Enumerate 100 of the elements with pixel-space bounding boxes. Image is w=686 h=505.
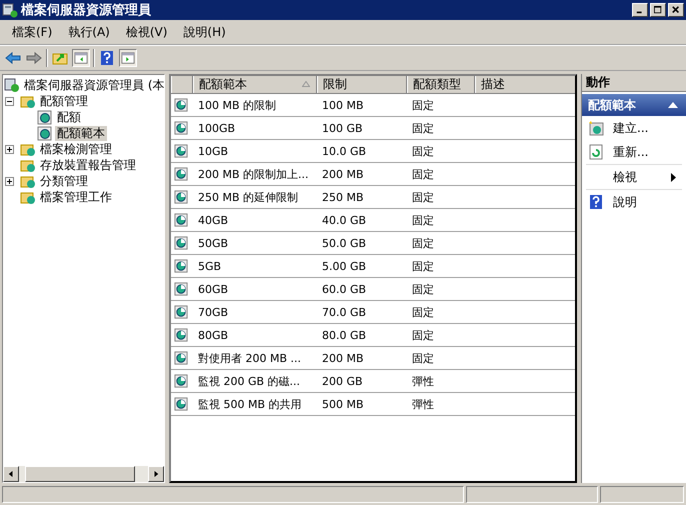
table-cell-text: 固定 xyxy=(411,144,435,158)
maximize-button[interactable] xyxy=(650,3,666,17)
quota-icon xyxy=(174,190,189,204)
quota-icon xyxy=(174,258,189,274)
table-cell-text: 固定 xyxy=(411,98,435,112)
table-cell-text: 固定 xyxy=(411,304,435,320)
action-link[interactable]: 檢視 xyxy=(613,168,671,186)
table-cell-text: 10.0 GB xyxy=(321,144,368,158)
menu-item[interactable]: 執行(A) xyxy=(60,24,118,40)
tree-item[interactable]: 配額 xyxy=(55,110,83,124)
actions-section-header[interactable]: 配額範本 xyxy=(582,94,686,116)
table-cell-text: 60GB xyxy=(197,282,230,296)
table-cell-text: 40GB xyxy=(197,214,230,226)
column-header[interactable]: 描述 xyxy=(475,76,575,93)
column-header[interactable]: 配額類型 xyxy=(407,76,475,93)
forward-icon[interactable] xyxy=(25,49,43,67)
table-cell-text: 200 MB xyxy=(321,168,365,180)
table-cell-text: 固定 xyxy=(411,258,435,274)
quota-icon xyxy=(174,304,189,320)
table-cell-text: 250 MB xyxy=(321,190,365,204)
quota-icon xyxy=(174,212,189,228)
expander-icon[interactable] xyxy=(5,176,14,186)
table-cell-text: 對使用者 200 MB ... xyxy=(197,350,302,366)
maximize-icon xyxy=(654,6,662,14)
table-cell-text: 60.0 GB xyxy=(321,282,368,296)
tree-item[interactable]: 檔案伺服器資源管理員 (本 xyxy=(22,78,164,92)
quota-icon xyxy=(37,109,53,125)
table-cell-text: 固定 xyxy=(411,236,435,250)
quota-icon xyxy=(174,396,189,412)
server-icon xyxy=(2,2,18,18)
table-cell-text: 固定 xyxy=(411,166,435,182)
column-header[interactable]: 限制 xyxy=(317,76,407,93)
scroll-left-button[interactable] xyxy=(3,466,19,482)
back-icon[interactable] xyxy=(4,49,22,67)
table-cell-text: 固定 xyxy=(411,120,435,136)
menu-item[interactable]: 檔案(F) xyxy=(4,24,60,40)
menu-item[interactable]: 檢視(V) xyxy=(118,24,176,40)
submenu-arrow-icon xyxy=(671,172,676,182)
action-link[interactable]: 建立... xyxy=(613,120,686,136)
table-cell-text: 40.0 GB xyxy=(321,214,368,226)
quota-icon xyxy=(174,120,189,136)
close-button[interactable] xyxy=(668,3,684,17)
new-item-icon xyxy=(588,120,604,136)
table-cell-text: 70GB xyxy=(197,306,230,318)
table-cell-text: 監視 500 MB 的共用 xyxy=(197,396,303,412)
help-icon xyxy=(588,194,604,210)
table-cell-text: 監視 200 GB 的磁... xyxy=(197,374,302,388)
table-cell-text: 固定 xyxy=(411,190,435,204)
table-cell-text: 100 MB 的限制 xyxy=(197,98,278,112)
table-cell-text: 200 GB xyxy=(321,374,364,388)
quota-icon xyxy=(174,374,189,388)
tree-item[interactable]: 配額範本 xyxy=(55,126,107,140)
table-cell-text: 500 MB xyxy=(321,398,365,410)
table-cell-text: 100GB xyxy=(197,122,236,134)
quota-icon xyxy=(37,125,53,141)
table-cell-text: 100 GB xyxy=(321,122,364,134)
close-icon xyxy=(672,6,680,14)
quota-icon xyxy=(174,282,189,296)
help-icon[interactable] xyxy=(98,49,116,67)
scrollbar-thumb[interactable] xyxy=(25,466,135,482)
quota-icon xyxy=(174,166,189,182)
table-cell-text: 5GB xyxy=(197,260,222,272)
quota-icon xyxy=(174,328,189,342)
collapse-icon[interactable] xyxy=(668,102,678,108)
minimize-button[interactable] xyxy=(632,3,648,17)
action-link[interactable]: 說明 xyxy=(613,194,686,210)
table-cell-text: 50GB xyxy=(197,236,230,250)
tree-item[interactable]: 檔案檢測管理 xyxy=(38,142,114,156)
table-cell-text: 5.00 GB xyxy=(321,260,368,272)
panel-icon[interactable] xyxy=(119,49,137,67)
column-header[interactable]: 配額範本 xyxy=(193,76,317,93)
panel-icon[interactable] xyxy=(72,49,90,67)
quota-icon xyxy=(174,98,189,112)
table-cell-text: 固定 xyxy=(411,328,435,342)
quota-icon xyxy=(174,144,189,158)
tree-item[interactable]: 存放裝置報告管理 xyxy=(38,158,138,172)
table-cell-text: 200 MB xyxy=(321,352,365,364)
tree-item[interactable]: 檔案管理工作 xyxy=(38,190,114,204)
actions-header: 動作 xyxy=(582,74,686,92)
table-cell-text: 彈性 xyxy=(411,396,435,412)
tree-item[interactable]: 配額管理 xyxy=(38,94,90,108)
table-cell-text: 10GB xyxy=(197,144,230,158)
expander-icon[interactable] xyxy=(5,96,14,106)
refresh-icon xyxy=(588,144,604,160)
menu-item[interactable]: 說明(H) xyxy=(175,24,234,40)
table-cell-text: 70.0 GB xyxy=(321,306,368,318)
right-arrow-icon xyxy=(153,470,159,478)
server-icon xyxy=(4,77,20,93)
action-link[interactable]: 重新... xyxy=(613,144,686,160)
expander-icon[interactable] xyxy=(5,144,14,154)
table-cell-text: 200 MB 的限制加上... xyxy=(197,166,310,182)
scroll-right-button[interactable] xyxy=(148,466,164,482)
table-cell-text: 固定 xyxy=(411,350,435,366)
table-cell-text: 100 MB xyxy=(321,98,365,112)
table-cell-text: 50.0 GB xyxy=(321,236,368,250)
quota-icon xyxy=(174,236,189,250)
tree-item[interactable]: 分類管理 xyxy=(38,174,90,188)
table-cell-text: 80GB xyxy=(197,328,230,342)
table-cell-text: 80.0 GB xyxy=(321,328,368,342)
table-cell-text: 固定 xyxy=(411,282,435,296)
